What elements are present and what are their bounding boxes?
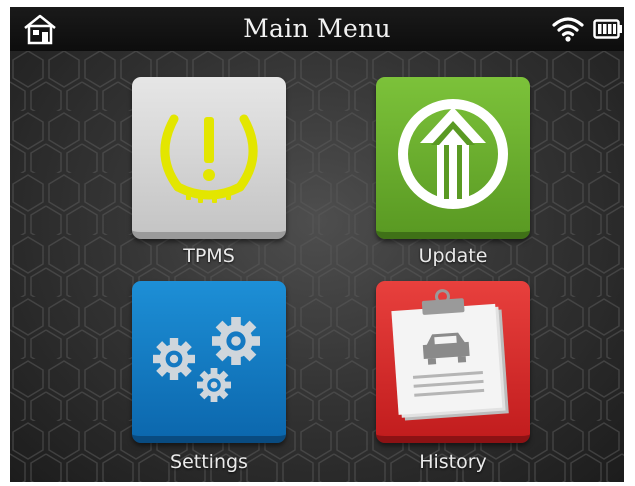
tpms-button[interactable] — [132, 77, 286, 239]
tpms-label: TPMS — [183, 245, 235, 267]
settings-label: Settings — [170, 451, 248, 473]
gears-icon — [153, 317, 260, 402]
update-arrow-icon — [398, 99, 508, 209]
battery-icon — [593, 19, 622, 39]
history-label: History — [419, 451, 487, 473]
page-title: Main Menu — [243, 14, 391, 43]
device-screen: Main Menu TPMS Update Settings History — [10, 7, 624, 482]
hex-pattern-background — [10, 49, 624, 482]
settings-button[interactable] — [132, 281, 286, 443]
tpms-warning-icon — [160, 114, 258, 203]
update-label: Update — [418, 245, 488, 267]
top-bar: Main Menu — [10, 7, 624, 51]
clipboard-car-icon — [391, 289, 509, 421]
wifi-icon — [552, 17, 584, 42]
history-button[interactable] — [376, 281, 530, 443]
update-button[interactable] — [376, 77, 530, 239]
